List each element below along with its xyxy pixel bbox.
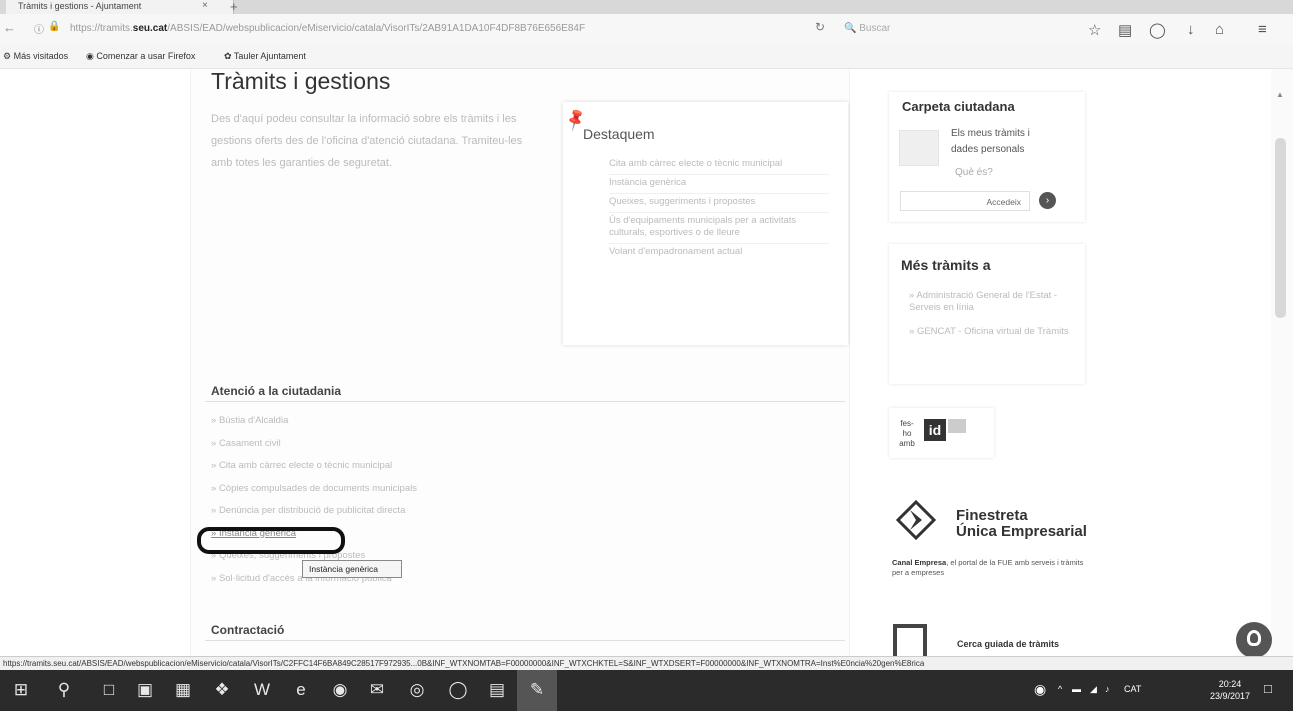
- spotify-icon[interactable]: ◎: [405, 680, 429, 700]
- mail-icon[interactable]: ✉: [365, 680, 389, 700]
- back-arrow-icon[interactable]: ←: [3, 20, 16, 35]
- task-view-icon[interactable]: □: [97, 680, 121, 700]
- home-icon[interactable]: ⌂: [1215, 21, 1224, 38]
- scroll-thumb[interactable]: [1275, 138, 1286, 318]
- highlight-title: Destaquem: [583, 126, 655, 142]
- pocket-icon[interactable]: ◯: [1149, 21, 1166, 39]
- windows-start-icon[interactable]: ⊞: [9, 680, 33, 700]
- idcat-icon: [948, 419, 966, 433]
- chrome-icon[interactable]: ◉: [328, 680, 352, 700]
- file-explorer-icon[interactable]: ▣: [133, 680, 157, 700]
- browser-tab[interactable]: Tràmits i gestions - Ajuntament ×: [6, 0, 234, 14]
- notifications-icon[interactable]: ◉: [1034, 681, 1046, 698]
- document-icon[interactable]: ▤: [485, 680, 509, 700]
- page-intro: Des d'aquí podeu consultar la informació…: [211, 113, 523, 169]
- action-center-icon[interactable]: □: [1264, 681, 1272, 696]
- search-icon[interactable]: ⚲: [52, 680, 76, 700]
- url-text: https://tramits.seu.cat/ABSIS/EAD/webspu…: [70, 23, 586, 34]
- new-tab-button[interactable]: +: [230, 0, 238, 14]
- highlight-item[interactable]: Ús d'equipaments municipals per a activi…: [609, 212, 829, 239]
- network-icon[interactable]: ▬: [1072, 684, 1081, 694]
- list-item[interactable]: » GENCAT - Oficina virtual de Tràmits: [899, 326, 1079, 338]
- fue-subtitle: Canal Empresa, el portal de la FUE amb s…: [892, 558, 1084, 577]
- list-item[interactable]: » Bústia d'Alcaldia: [211, 414, 417, 437]
- mes-tramits-list: » Administració General de l'Estat - Ser…: [899, 290, 1079, 350]
- accedir-button[interactable]: Accedeix: [900, 191, 1030, 211]
- close-tab-icon[interactable]: ×: [202, 0, 208, 11]
- highlight-item[interactable]: Instància genèrica: [609, 174, 829, 189]
- clock-time: 20:24: [1218, 679, 1242, 689]
- tab-title: Tràmits i gestions - Ajuntament: [18, 1, 142, 11]
- search-placeholder: 🔍 Buscar: [844, 23, 891, 34]
- arrow-right-icon[interactable]: ›: [1039, 192, 1056, 209]
- bookmark-firefox[interactable]: ◉ Comenzar a usar Firefox: [86, 51, 195, 62]
- star-icon[interactable]: ☆: [1088, 21, 1101, 39]
- cerca-title: Cerca guiada de tràmits: [957, 639, 1060, 649]
- bookmark-most-visited[interactable]: ⚙ Más visitados: [3, 51, 68, 62]
- list-item[interactable]: » Còpies compulsades de documents munici…: [211, 482, 417, 505]
- info-icon[interactable]: ⓘ: [34, 21, 44, 36]
- highlight-item[interactable]: Cita amb càrrec electe o tècnic municipa…: [609, 158, 829, 170]
- search-bar[interactable]: 🔍 Buscar: [836, 18, 1066, 40]
- url-bar[interactable]: https://tramits.seu.cat/ABSIS/EAD/webspu…: [62, 18, 830, 40]
- list-item[interactable]: » Administració General de l'Estat - Ser…: [899, 290, 1079, 314]
- folder-icon: [899, 130, 939, 166]
- firefox-icon[interactable]: ◯: [446, 680, 470, 700]
- paint-icon[interactable]: ✎: [525, 680, 549, 700]
- section-divider: [205, 640, 845, 641]
- mes-tramits-title: Més tràmits a: [901, 257, 991, 273]
- arrow-box-icon: [893, 624, 927, 656]
- fue-logo-icon: [896, 500, 936, 540]
- carpeta-what-link[interactable]: Què és?: [955, 167, 993, 178]
- section-heading-contractacio: Contractació: [211, 623, 285, 637]
- scroll-up-icon[interactable]: ▲: [1276, 90, 1284, 99]
- carpeta-description: Els meus tràmits i dades personals: [951, 128, 1030, 155]
- highlight-item[interactable]: Queixes, suggeriments i propostes: [609, 193, 829, 208]
- bookmark-tauler[interactable]: ✿ Tauler Ajuntament: [224, 51, 306, 62]
- page-title: Tràmits i gestions: [211, 68, 391, 94]
- word-icon[interactable]: W: [250, 680, 274, 700]
- carpeta-title: Carpeta ciutadana: [902, 99, 1015, 114]
- chat-bubble-icon: [1247, 630, 1261, 646]
- dropbox-icon[interactable]: ❖: [210, 680, 234, 700]
- reload-icon[interactable]: ↻: [815, 20, 825, 34]
- tab-bar: Tràmits i gestions - Ajuntament × +: [0, 0, 1293, 14]
- bookmarks-bar: ⚙ Más visitados ◉ Comenzar a usar Firefo…: [0, 45, 1293, 69]
- list-item[interactable]: » Denúncia per distribució de publicitat…: [211, 504, 417, 527]
- link-tooltip: Instància genèrica: [302, 560, 402, 578]
- clock[interactable]: 20:24 23/9/2017: [1210, 678, 1250, 702]
- lock-icon: 🔒: [48, 21, 61, 32]
- menu-icon[interactable]: ≡: [1258, 21, 1267, 38]
- edge-icon[interactable]: e: [289, 680, 313, 700]
- language-indicator[interactable]: CAT: [1124, 684, 1141, 694]
- fue-title: Finestreta Única Empresarial: [956, 507, 1087, 540]
- section-heading-atencio: Atenció a la ciutadania: [211, 384, 342, 398]
- volume-icon[interactable]: ♪: [1105, 684, 1110, 694]
- list-item[interactable]: » Casament civil: [211, 437, 417, 460]
- nav-bar: ← ⓘ 🔒 https://tramits.seu.cat/ABSIS/EAD/…: [0, 14, 1293, 45]
- store-icon[interactable]: ▦: [171, 680, 195, 700]
- idcat-logo: id: [924, 419, 946, 441]
- signal-icon[interactable]: ◢: [1090, 684, 1097, 695]
- list-item[interactable]: » Cita amb càrrec electe o tècnic munici…: [211, 459, 417, 482]
- clipboard-icon[interactable]: ▤: [1118, 21, 1132, 39]
- status-bar: https://tramits.seu.cat/ABSIS/EAD/webspu…: [0, 656, 1293, 670]
- section-divider: [205, 401, 845, 402]
- fesho-text: fes-ho amb: [899, 419, 915, 448]
- highlight-list: Cita amb càrrec electe o tècnic municipa…: [609, 158, 829, 262]
- highlight-item[interactable]: Volant d'empadronament actual: [609, 243, 829, 258]
- clock-date: 23/9/2017: [1210, 691, 1251, 701]
- highlight-circle-annotation: [197, 527, 345, 554]
- tray-chevron-icon[interactable]: ^: [1058, 684, 1062, 694]
- download-icon[interactable]: ↓: [1187, 21, 1195, 38]
